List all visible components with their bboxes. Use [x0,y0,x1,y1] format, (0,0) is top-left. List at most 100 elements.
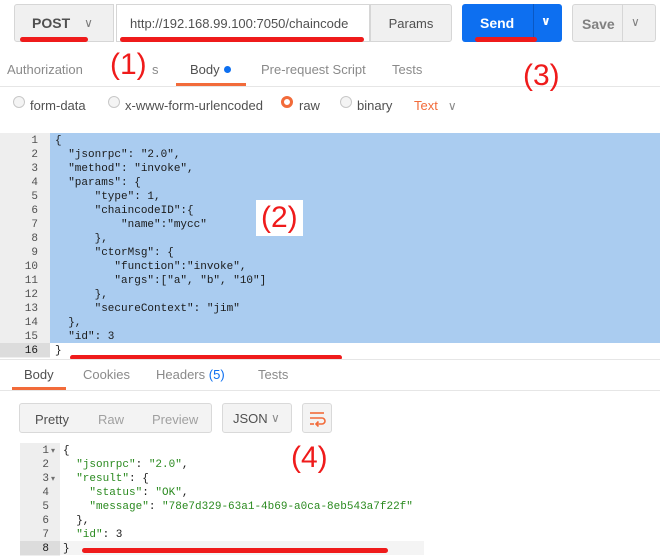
line-number: 11 [24,275,38,287]
view-pretty-button[interactable]: Pretty [35,412,69,427]
response-code-line: }, [63,515,90,527]
params-button[interactable]: Params [370,4,452,42]
line-number: 13 [24,303,38,315]
line-number: 14 [24,317,38,329]
save-divider [622,5,623,41]
send-options-chevron-icon[interactable]: ∨ [541,14,551,28]
response-code-line: "result": { [76,473,149,485]
tabs-divider [0,86,660,87]
annotation-label-2: (2) [256,200,303,236]
line-number: 6 [31,205,38,217]
response-format-label: JSON [233,411,268,426]
fold-toggle-icon[interactable]: ▾ [51,474,55,483]
url-text: http://192.168.99.100:7050/chaincode [130,15,349,31]
view-raw-button[interactable]: Raw [98,412,124,427]
response-tabs-divider [0,390,660,391]
response-tab-headers[interactable]: Headers (5) [156,367,225,382]
response-code-line: "id": 3 [76,529,123,541]
code-line: "method": "invoke", [55,163,194,175]
line-number: 5 [31,191,38,203]
line-number: 7 [31,219,38,231]
wrap-lines-icon [310,412,326,428]
wrap-lines-button[interactable] [302,403,332,433]
chevron-down-icon: ∨ [84,16,93,30]
tab-pre-request-script[interactable]: Pre-request Script [261,62,366,77]
code-line: "jsonrpc": "2.0", [55,149,181,161]
line-number: 16 [24,345,38,357]
annotation-underline-method [20,37,88,42]
code-line: "ctorMsg": { [55,247,174,259]
radio-x-www-form-urlencoded[interactable] [108,96,120,108]
radio-label-urlencoded: x-www-form-urlencoded [125,98,263,113]
radio-label-form-data: form-data [30,98,86,113]
code-line: "secureContext": "jim" [55,303,240,315]
code-line: } [55,345,62,357]
tab-body[interactable]: Body [190,62,231,77]
code-line: }, [55,233,108,245]
headers-count-badge: (5) [208,367,225,382]
tab-headers-partial[interactable]: s [152,62,159,77]
annotation-underline-send [475,37,537,42]
response-tab-cookies[interactable]: Cookies [83,367,130,382]
annotation-underline-url [120,37,364,42]
code-line: "id": 3 [55,331,115,343]
line-number: 3 [42,473,49,485]
code-line: "chaincodeID":{ [55,205,194,217]
chevron-down-icon: ∨ [447,99,457,113]
line-number: 15 [24,331,38,343]
body-modified-dot-icon [223,66,231,73]
line-number: 4 [42,487,49,499]
radio-label-raw: raw [299,98,320,113]
annotation-label-3: (3) [523,59,560,92]
radio-label-binary: binary [357,98,393,113]
response-code-line: { [63,445,70,457]
view-preview-button[interactable]: Preview [152,412,198,427]
radio-raw[interactable] [281,96,293,108]
line-number: 1 [42,445,49,457]
code-line: "params": { [55,177,141,189]
response-divider [0,359,660,360]
raw-format-label: Text [414,98,438,113]
tab-body-label: Body [190,62,220,77]
response-tab-tests[interactable]: Tests [258,367,288,382]
response-code-line: "status": "OK", [89,487,189,499]
response-code-line: } [63,543,70,555]
request-bar: POST ∨ http://192.168.99.100:7050/chainc… [0,0,660,50]
code-line: "args":["a", "b", "10"] [55,275,267,287]
code-line: "type": 1, [55,191,161,203]
view-mode-group: Pretty Raw Preview [19,403,212,433]
line-number: 3 [31,163,38,175]
raw-format-dropdown[interactable]: Text ∨ [414,98,457,113]
annotation-underline-response [82,548,388,553]
line-number: 4 [31,177,38,189]
radio-form-data[interactable] [13,96,25,108]
save-options-chevron-icon[interactable]: ∨ [631,15,640,29]
line-number: 7 [42,529,49,541]
radio-binary[interactable] [340,96,352,108]
send-label: Send [480,15,515,31]
response-code-line: "jsonrpc": "2.0", [76,459,189,471]
response-tab-body[interactable]: Body [24,367,54,382]
line-number: 2 [42,459,49,471]
response-format-select[interactable]: JSON ∨ [222,403,292,433]
line-number: 9 [31,247,38,259]
save-button[interactable]: Save ∨ [572,4,656,42]
response-code-line: "message": "78e7d329-63a1-4b69-a0ca-8eb5… [89,501,413,513]
code-line: "name":"mycc" [55,219,207,231]
code-line: }, [55,289,108,301]
annotation-label-1: (1) [110,48,147,81]
line-number: 2 [31,149,38,161]
tab-tests[interactable]: Tests [392,62,422,77]
line-number: 8 [42,543,49,555]
tab-authorization[interactable]: Authorization [7,62,83,77]
line-number: 8 [31,233,38,245]
response-tab-headers-label: Headers [156,367,206,382]
line-number: 6 [42,515,49,527]
fold-toggle-icon[interactable]: ▾ [51,446,55,455]
chevron-down-icon: ∨ [271,411,280,425]
method-label: POST [32,15,71,31]
save-label: Save [582,16,615,32]
line-number: 1 [31,135,38,147]
line-number: 5 [42,501,49,513]
line-number: 10 [24,261,38,273]
